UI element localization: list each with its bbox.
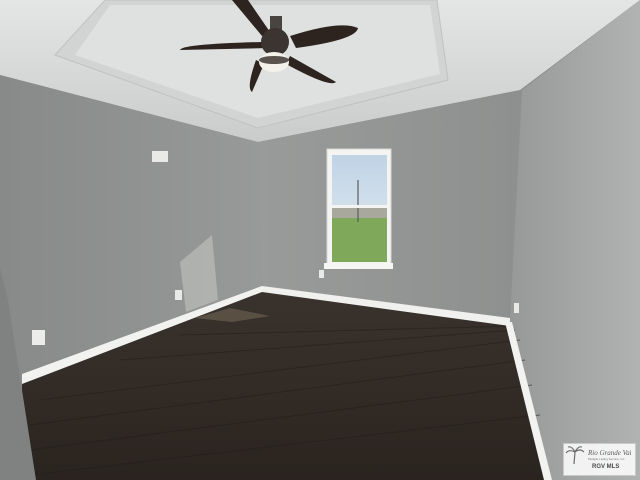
outlet-right-wall — [514, 303, 519, 313]
mls-logo-icon: Rio Grande Valley Multiple Listing Servi… — [565, 446, 631, 470]
watermark-logo: Rio Grande Valley Multiple Listing Servi… — [563, 443, 636, 476]
outlet-back-wall — [319, 270, 324, 278]
light-switch-plate — [152, 151, 168, 162]
window — [324, 148, 393, 269]
outlet-back-left — [175, 290, 182, 300]
svg-text:Multiple Listing Service, Inc.: Multiple Listing Service, Inc. — [588, 457, 625, 461]
room-photo: Rio Grande Valley Multiple Listing Servi… — [0, 0, 640, 480]
svg-text:Rio Grande Valley: Rio Grande Valley — [587, 449, 631, 457]
room-illustration — [0, 0, 640, 480]
outlet-left-wall — [32, 330, 45, 345]
svg-text:RGV MLS: RGV MLS — [592, 464, 619, 470]
